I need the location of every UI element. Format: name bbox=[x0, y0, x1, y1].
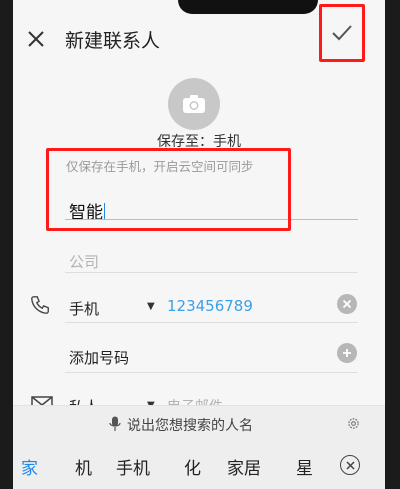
gear-icon[interactable] bbox=[347, 417, 360, 430]
keyboard: 说出您想搜索的人名 家 机 手机 化 家居 星 bbox=[13, 405, 385, 489]
voice-hint: 说出您想搜索的人名 bbox=[127, 418, 253, 434]
candidate-word[interactable]: 星 bbox=[296, 454, 313, 479]
text-cursor bbox=[104, 203, 105, 220]
save-location-selector[interactable]: 保存至：手机 bbox=[13, 131, 385, 151]
clear-number-button[interactable] bbox=[337, 294, 357, 314]
camera-icon bbox=[183, 95, 205, 113]
plus-icon bbox=[343, 349, 351, 357]
add-photo-button[interactable] bbox=[168, 78, 220, 130]
phone-type-selector[interactable]: 手机 bbox=[69, 298, 99, 319]
phone-screen: 新建联系人 保存至：手机 仅保存在手机，开启云空间可同步 智能 公司 手机 ▼ … bbox=[13, 0, 385, 489]
candidate-bar: 家 机 手机 化 家居 星 bbox=[13, 452, 385, 482]
microphone-icon bbox=[109, 416, 121, 431]
close-button[interactable] bbox=[23, 26, 49, 52]
candidate-word[interactable]: 手机 bbox=[116, 454, 150, 479]
close-icon bbox=[345, 460, 355, 470]
candidate-word[interactable]: 化 bbox=[184, 454, 201, 479]
add-number-button[interactable] bbox=[337, 343, 357, 363]
page-title: 新建联系人 bbox=[65, 30, 161, 52]
close-icon bbox=[342, 299, 352, 309]
candidate-word[interactable]: 机 bbox=[75, 454, 92, 479]
candidate-word[interactable]: 家居 bbox=[227, 454, 261, 479]
phone-icon bbox=[31, 296, 49, 314]
caret-down-icon[interactable]: ▼ bbox=[147, 301, 155, 312]
phone-underline bbox=[65, 322, 358, 323]
keyboard-close-button[interactable] bbox=[340, 455, 360, 475]
company-input[interactable]: 公司 bbox=[69, 251, 99, 272]
save-confirm-button[interactable] bbox=[319, 4, 365, 62]
company-underline bbox=[65, 272, 358, 273]
check-icon bbox=[332, 25, 352, 41]
name-underline bbox=[65, 219, 358, 220]
phone-number-input[interactable]: 123456789 bbox=[167, 297, 253, 315]
close-icon bbox=[28, 31, 44, 47]
candidate-word[interactable]: 家 bbox=[21, 454, 38, 479]
name-value: 智能 bbox=[69, 203, 103, 223]
voice-search-bar[interactable]: 说出您想搜索的人名 bbox=[13, 406, 385, 440]
sync-hint: 仅保存在手机，开启云空间可同步 bbox=[66, 159, 254, 174]
camera-notch bbox=[178, 0, 318, 14]
add-number-label[interactable]: 添加号码 bbox=[69, 347, 129, 368]
add-number-underline bbox=[65, 372, 358, 373]
